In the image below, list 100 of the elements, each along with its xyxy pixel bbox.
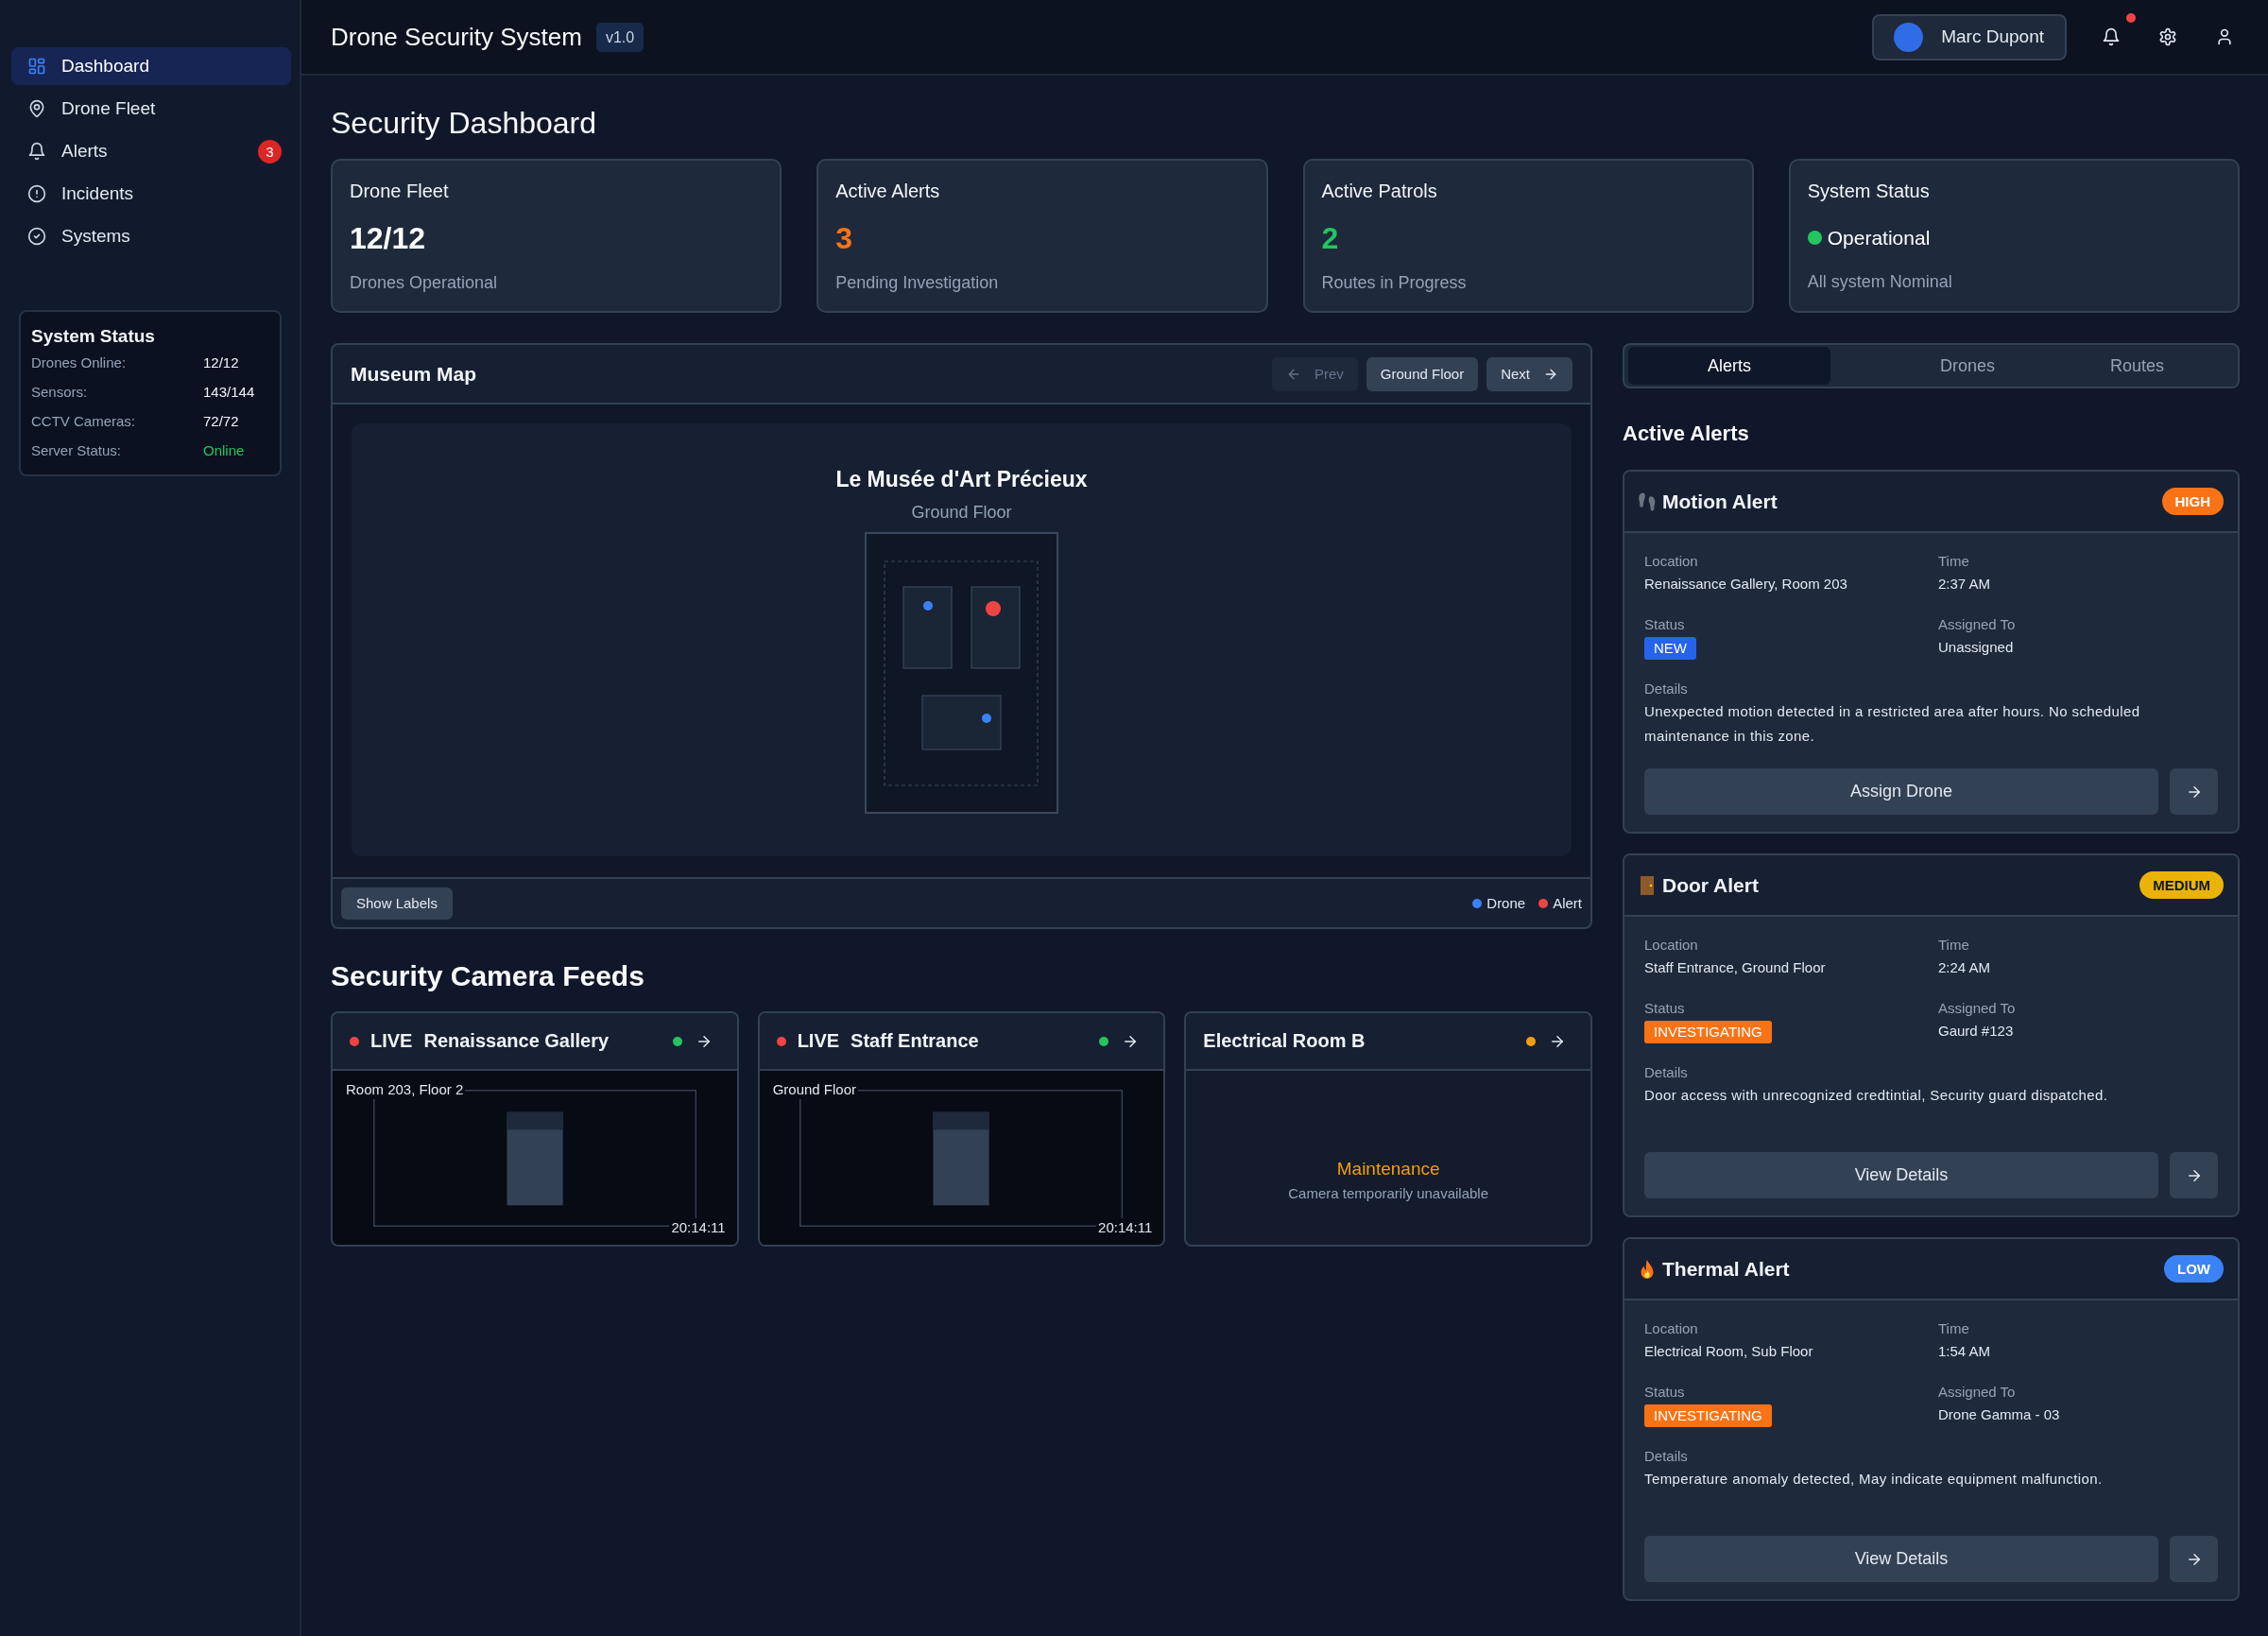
field-value: Renaissance Gallery, Room 203: [1644, 575, 1848, 594]
floor-button[interactable]: Ground Floor: [1366, 356, 1479, 391]
dashboard-icon: [27, 57, 46, 76]
floor-name: Ground Floor: [911, 502, 1012, 524]
settings-icon[interactable]: [2158, 27, 2177, 46]
drone-marker-icon: [923, 601, 933, 611]
panel-title: System Status: [31, 325, 156, 348]
details-text: Temperature anomaly detected, May indicate equipment malfunction.: [1644, 1470, 2104, 1489]
show-labels-button[interactable]: Show Labels: [341, 887, 453, 920]
stat-subtitle: Drones Operational: [350, 272, 499, 293]
door-icon: [1638, 875, 1657, 895]
field-label: Details: [1644, 680, 1689, 698]
next-button[interactable]: Next: [1486, 356, 1572, 391]
action-button[interactable]: View Details: [1644, 1536, 2158, 1582]
nav-item[interactable]: Drone Fleet: [11, 90, 291, 128]
field-value: Drone Gamma - 03: [1938, 1405, 2061, 1424]
field-label: Location: [1644, 936, 1699, 955]
camera-name: Staff Entrance: [850, 1030, 979, 1052]
field-value: Unassigned: [1938, 638, 2015, 657]
field-label: Status: [1644, 999, 1686, 1018]
field-label: Time: [1938, 936, 1970, 955]
avatar-icon: [1894, 22, 1924, 52]
alert-marker-icon: [986, 601, 1001, 616]
bell-icon[interactable]: [2102, 27, 2121, 46]
stat-value: 3: [835, 220, 854, 256]
status-badge: INVESTIGATING: [1644, 1021, 1772, 1043]
footprints-icon: [1638, 491, 1657, 511]
status-reading: 12/12: [203, 354, 240, 370]
field-value: Electrical Room, Sub Floor: [1644, 1342, 1814, 1361]
live-dot-icon: [350, 1036, 359, 1046]
user-menu-button[interactable]: Marc Dupont: [1872, 13, 2067, 60]
severity-badge: MEDIUM: [2139, 871, 2224, 899]
field-label: Location: [1644, 552, 1699, 571]
count-badge: 3: [258, 139, 282, 164]
camera-name: Renaissance Gallery: [423, 1030, 610, 1052]
nav-item[interactable]: Incidents: [11, 175, 291, 213]
field-label: Assigned To: [1938, 615, 2017, 634]
field-label: Time: [1938, 1319, 1970, 1338]
field-value: 2:37 AM: [1938, 575, 1992, 594]
status-value: Operational: [1827, 226, 1931, 250]
camera-name: Electrical Room B: [1203, 1030, 1366, 1052]
nav-item[interactable]: Dashboard: [11, 47, 291, 85]
maintenance-message: Maintenance: [1336, 1158, 1440, 1180]
severity-badge: HIGH: [2161, 488, 2224, 515]
user-icon[interactable]: [2215, 27, 2234, 46]
stat-title: Active Alerts: [835, 180, 941, 202]
field-label: Location: [1644, 1319, 1699, 1338]
alert-circle-icon: [27, 184, 46, 203]
alert-title: Motion Alert: [1662, 490, 1778, 513]
field-label: Status: [1644, 1383, 1686, 1402]
stat-subtitle: Pending Investigation: [835, 272, 1000, 293]
tab[interactable]: Routes: [2105, 347, 2241, 385]
map-title: Museum Map: [351, 362, 476, 386]
legend-label: Drone: [1486, 895, 1526, 911]
action-button[interactable]: View Details: [1644, 1152, 2158, 1198]
action-button[interactable]: Assign Drone: [1644, 768, 2158, 815]
field-value: 1:54 AM: [1938, 1342, 1992, 1361]
alerts-heading: Active Alerts: [1623, 421, 1750, 447]
field-value: 2:24 AM: [1938, 958, 1992, 977]
nav-item[interactable]: Systems: [11, 217, 291, 255]
stat-title: Active Patrols: [1321, 180, 1438, 202]
tab[interactable]: Drones: [1830, 347, 2105, 385]
legend-label: Alert: [1553, 895, 1582, 911]
nav-item[interactable]: Alerts 3: [11, 132, 291, 170]
status-reading: Online: [203, 442, 246, 458]
status-label: CCTV Cameras:: [31, 413, 137, 429]
stat-title: System Status: [1807, 180, 1931, 202]
field-value: Staff Entrance, Ground Floor: [1644, 958, 1827, 977]
check-circle-icon: [27, 227, 46, 246]
unavailable-note: Camera temporarily unavailable: [1288, 1184, 1489, 1203]
field-value: Gaurd #123: [1938, 1022, 2015, 1041]
severity-badge: LOW: [2164, 1255, 2224, 1283]
details-text: Door access with unrecognized credtintial, Security guard dispatched.: [1644, 1086, 2109, 1105]
field-label: Assigned To: [1938, 999, 2017, 1018]
field-label: Time: [1938, 552, 1970, 571]
status-reading: 72/72: [203, 413, 240, 429]
tab[interactable]: Alerts: [1628, 347, 1830, 385]
live-label: LIVE: [797, 1030, 840, 1052]
field-label: Details: [1644, 1447, 1689, 1466]
status-label: Sensors:: [31, 384, 89, 400]
status-badge: INVESTIGATING: [1644, 1404, 1772, 1427]
stat-subtitle: All system Nominal: [1807, 271, 1953, 292]
live-dot-icon: [776, 1036, 786, 1046]
status-reading: 143/144: [203, 384, 256, 400]
field-label: Details: [1644, 1063, 1689, 1082]
building-name: Le Musée d'Art Précieux: [835, 466, 1088, 493]
page-title: Security Dashboard: [331, 105, 598, 142]
status-label: Drones Online:: [31, 354, 128, 370]
status-label: Server Status:: [31, 442, 123, 458]
version-badge: v1.0: [595, 22, 644, 52]
stat-value: 12/12: [350, 220, 427, 256]
section-title: Security Camera Feeds: [331, 959, 645, 993]
alert-title: Door Alert: [1662, 873, 1759, 897]
stat-subtitle: Routes in Progress: [1321, 272, 1468, 293]
field-label: Assigned To: [1938, 1383, 2017, 1402]
stat-value: 2: [1321, 220, 1340, 256]
live-label: LIVE: [370, 1030, 413, 1052]
map-pin-icon: [27, 99, 46, 118]
bell-icon: [27, 142, 46, 161]
alert-title: Thermal Alert: [1662, 1257, 1790, 1281]
